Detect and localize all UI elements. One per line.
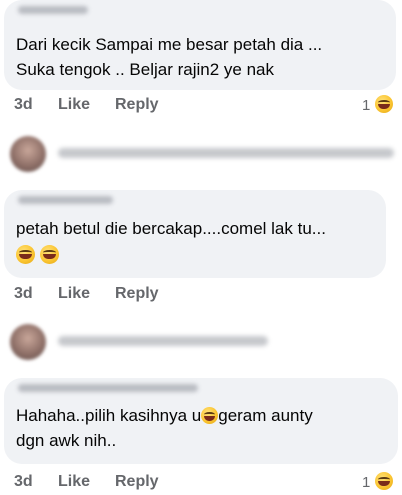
laughing-emoji-icon <box>39 245 59 264</box>
comment-text-line: dgn awk nih.. <box>16 431 117 450</box>
comment-text: Dari kecik Sampai me besar petah dia ...… <box>16 32 322 82</box>
like-button[interactable]: Like <box>58 473 90 491</box>
comment-text-line: Hahaha..pilih kasihnya u geram aunty <box>16 406 313 425</box>
reply-preview-text <box>58 336 268 346</box>
laughing-emoji-icon <box>16 245 35 264</box>
comment-bubble: Dari kecik Sampai me besar petah dia ...… <box>4 0 396 90</box>
reply-preview-row[interactable] <box>10 324 402 360</box>
comment-text: petah betul die bercakap....comel lak tu… <box>16 216 326 268</box>
reply-button[interactable]: Reply <box>115 96 159 114</box>
laughing-emoji-icon <box>374 95 393 113</box>
comment-time[interactable]: 3d <box>14 285 33 303</box>
comment-time[interactable]: 3d <box>14 473 33 491</box>
reaction-summary[interactable]: 1 <box>362 95 393 114</box>
reaction-count: 1 <box>362 474 371 491</box>
reply-button[interactable]: Reply <box>115 473 159 491</box>
comment-bubble: petah betul die bercakap....comel lak tu… <box>4 190 386 278</box>
comment-author-name[interactable] <box>18 384 198 392</box>
reply-button[interactable]: Reply <box>115 285 159 303</box>
reply-preview-row[interactable] <box>10 136 402 172</box>
reaction-count: 1 <box>362 97 371 114</box>
comment-bubble: Hahaha..pilih kasihnya u geram aunty dgn … <box>4 378 398 464</box>
comment-author-name[interactable] <box>18 6 88 14</box>
comment-author-name[interactable] <box>18 196 113 204</box>
like-button[interactable]: Like <box>58 96 90 114</box>
comment-emoji-line <box>16 241 326 268</box>
avatar <box>10 136 46 172</box>
laughing-emoji-icon <box>201 407 219 424</box>
laughing-emoji-icon <box>374 472 393 490</box>
comment-text: Hahaha..pilih kasihnya u geram aunty dgn … <box>16 403 313 453</box>
comment-text-line: Dari kecik Sampai me besar petah dia ... <box>16 35 323 54</box>
comment-text-line: Suka tengok .. Beljar rajin2 ye nak <box>16 60 274 79</box>
comment-text-line: petah betul die bercakap....comel lak tu… <box>16 219 326 238</box>
comment-time[interactable]: 3d <box>14 96 33 114</box>
like-button[interactable]: Like <box>58 285 90 303</box>
reply-preview-text <box>58 148 394 158</box>
reaction-summary[interactable]: 1 <box>362 472 393 491</box>
avatar <box>10 324 46 360</box>
